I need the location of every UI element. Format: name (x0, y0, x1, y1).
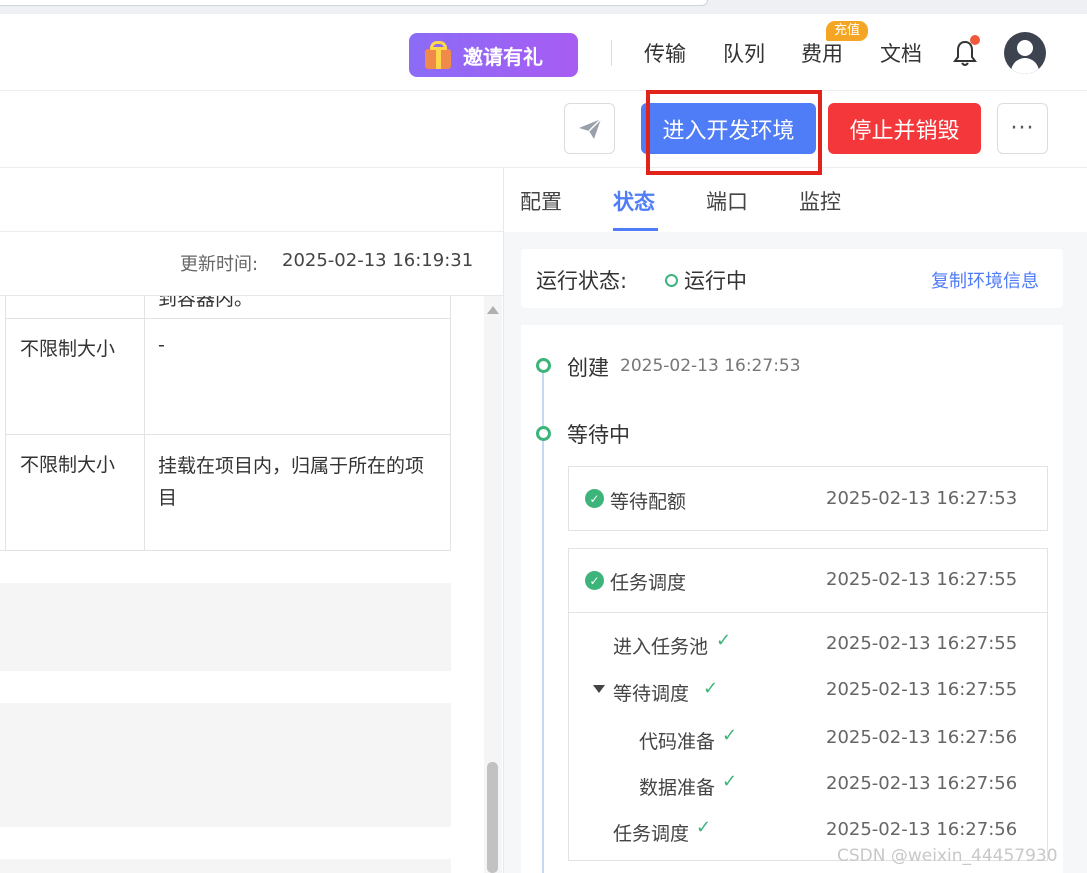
active-tab-indicator (613, 228, 658, 231)
timeline-created-label: 创建 (567, 356, 609, 380)
invite-label: 邀请有礼 (463, 44, 543, 69)
avatar[interactable] (1004, 32, 1046, 74)
run-status-value: 运行中 (684, 269, 747, 293)
quota-time: 2025-02-13 16:27:53 (826, 488, 1018, 509)
checkmark-icon: ✓ (722, 771, 738, 792)
checkmark-icon: ✓ (722, 725, 738, 746)
timeline-dot-icon (536, 358, 551, 373)
left-panel-header (0, 168, 503, 232)
table-cell-desc: - (158, 334, 165, 356)
step-label: 进入任务池 (613, 636, 709, 658)
table-cell-size: 不限制大小 (20, 338, 116, 360)
step-time: 2025-02-13 16:27:55 (826, 679, 1018, 700)
recharge-badge[interactable]: 充值 (826, 21, 868, 41)
scrollbar-thumb[interactable] (487, 762, 498, 873)
card-divider (569, 612, 1047, 613)
table-cell-size: 不限制大小 (20, 454, 116, 476)
placeholder-block (0, 583, 451, 671)
run-status-label: 运行状态: (536, 269, 628, 293)
table-cell-partial: 到容器内。 (158, 288, 254, 310)
update-time-value: 2025-02-13 16:19:31 (282, 250, 474, 271)
schedule-label: 任务调度 (610, 572, 687, 594)
step-time: 2025-02-13 16:27:56 (826, 773, 1018, 794)
table-cell-desc: 挂载在项目内，归属于所在的项目 (158, 455, 425, 509)
timeline-created-time: 2025-02-13 16:27:53 (620, 356, 801, 376)
placeholder-block (0, 703, 451, 827)
nav-docs[interactable]: 文档 (880, 38, 922, 68)
storage-table: 到容器内。 不限制大小 - 不限制大小 挂载在项目内，归属于所在的项目 (0, 296, 451, 551)
scroll-up-arrow-icon[interactable] (487, 306, 499, 314)
caret-down-icon[interactable] (593, 685, 605, 693)
stop-destroy-button[interactable]: 停止并销毁 (828, 103, 981, 154)
step-label: 等待调度 (613, 683, 690, 705)
placeholder-block (0, 859, 451, 873)
timeline-waiting-label: 等待中 (567, 423, 630, 447)
tab-ports[interactable]: 端口 (706, 186, 748, 216)
running-indicator-icon (665, 274, 678, 287)
schedule-time: 2025-02-13 16:27:55 (826, 569, 1018, 590)
checkmark-icon: ✓ (696, 817, 712, 838)
nav-billing[interactable]: 费用 (801, 38, 843, 68)
quota-label: 等待配额 (610, 491, 687, 513)
invite-button[interactable]: 邀请有礼 (409, 33, 578, 77)
step-label: 数据准备 (639, 777, 716, 799)
step-label: 任务调度 (613, 823, 690, 845)
gift-icon (421, 39, 455, 71)
step-time: 2025-02-13 16:27:56 (826, 727, 1018, 748)
update-time-label: 更新时间: (180, 254, 259, 275)
more-button[interactable]: ··· (997, 103, 1048, 154)
checkmark-icon: ✓ (716, 630, 732, 651)
nav-queue[interactable]: 队列 (723, 38, 765, 68)
copy-env-info-link[interactable]: 复制环境信息 (931, 267, 1039, 293)
send-button[interactable] (564, 103, 615, 154)
tab-status[interactable]: 状态 (613, 186, 655, 216)
step-time: 2025-02-13 16:27:55 (826, 633, 1018, 654)
tab-monitor[interactable]: 监控 (799, 186, 841, 216)
notification-dot (970, 35, 980, 45)
highlight-annotation-box (646, 90, 822, 175)
header-divider (611, 40, 612, 66)
paper-plane-icon (578, 117, 602, 139)
check-circle-icon: ✓ (585, 571, 604, 590)
nav-transfer[interactable]: 传输 (644, 38, 686, 68)
tab-config[interactable]: 配置 (520, 186, 562, 216)
check-circle-icon: ✓ (585, 489, 604, 508)
step-label: 代码准备 (639, 731, 716, 753)
timeline-line (542, 372, 544, 873)
checkmark-icon: ✓ (703, 678, 719, 699)
timeline-dot-icon (536, 426, 551, 441)
browser-strip (0, 0, 1087, 14)
step-time: 2025-02-13 16:27:56 (826, 819, 1018, 840)
watermark: CSDN @weixin_44457930 (837, 846, 1058, 866)
